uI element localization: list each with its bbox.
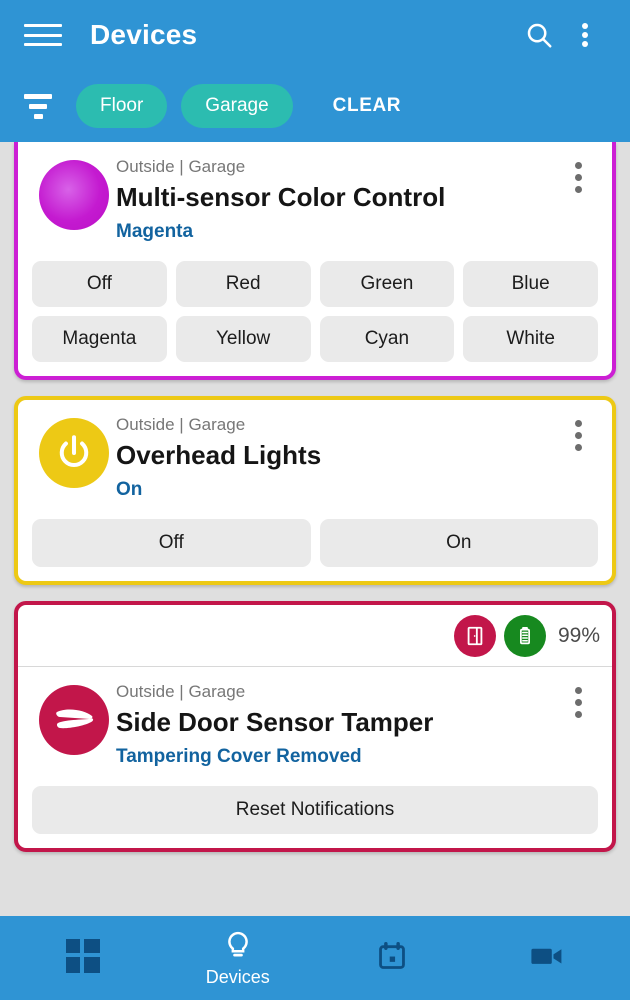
hamburger-icon[interactable] — [24, 21, 62, 49]
sensor-badge-bar: 99% — [18, 605, 612, 667]
nav-label-devices: Devices — [205, 967, 270, 987]
card-body: Outside | Garage Side Door Sensor Tamper… — [18, 667, 612, 848]
nav-item-dashboard[interactable] — [6, 916, 161, 1000]
app-bar: Devices Floor Garage CLEAR — [0, 0, 630, 142]
kebab-dot — [574, 186, 582, 193]
color-button-magenta[interactable]: Magenta — [32, 316, 167, 362]
power-button-on[interactable]: On — [319, 519, 598, 567]
device-text-block: Outside | Garage Side Door Sensor Tamper… — [116, 679, 558, 770]
nav-item-calendar[interactable] — [315, 916, 470, 1000]
power-button-off[interactable]: Off — [32, 519, 311, 567]
dashboard-grid-icon — [66, 939, 101, 973]
battery-level-label: 99% — [557, 624, 600, 647]
device-room: Outside | Garage — [116, 682, 246, 701]
device-text-block: Outside | Garage Overhead Lights On — [116, 412, 558, 503]
device-list[interactable]: Outside | Garage Multi-sensor Color Cont… — [0, 142, 630, 916]
device-icon-wrap — [32, 154, 116, 230]
color-button-white[interactable]: White — [463, 316, 598, 362]
open-door-icon — [453, 615, 496, 657]
grid-cell — [66, 957, 81, 973]
grid-glyph — [66, 939, 101, 973]
kebab-dots — [574, 687, 582, 718]
device-card-color-control[interactable]: Outside | Garage Multi-sensor Color Cont… — [14, 142, 616, 380]
lightbulb-icon — [223, 929, 253, 963]
page-title: Devices — [90, 19, 198, 50]
kebab-dot — [574, 711, 582, 718]
device-room: Outside | Garage — [116, 415, 246, 434]
hamburger-bar — [24, 33, 62, 37]
app-bar-top-row: Devices — [0, 0, 630, 70]
color-bulb-icon[interactable] — [39, 160, 109, 230]
device-status: On — [116, 479, 143, 500]
kebab-dots — [582, 23, 588, 47]
bottom-navigation: Devices — [0, 916, 630, 1000]
device-status: Magenta — [116, 221, 194, 242]
device-icon-wrap — [32, 679, 116, 755]
card-body: Outside | Garage Overhead Lights On Off — [18, 400, 612, 581]
card-more-vertical-icon[interactable] — [558, 679, 598, 718]
color-button-yellow[interactable]: Yellow — [175, 316, 311, 362]
funnel-bar — [24, 93, 52, 99]
kebab-dots — [574, 162, 582, 193]
device-header-row: Outside | Garage Overhead Lights On — [32, 412, 598, 503]
kebab-dots — [574, 420, 582, 451]
nav-item-camera[interactable] — [470, 916, 625, 1000]
kebab-dot — [574, 420, 582, 427]
color-button-off[interactable]: Off — [32, 261, 167, 307]
reset-notifications-button[interactable]: Reset Notifications — [32, 786, 598, 834]
device-title: Side Door Sensor Tamper — [116, 707, 434, 737]
kebab-dot — [574, 432, 582, 439]
sensor-button-grid: Reset Notifications — [32, 786, 598, 834]
clear-filters-button[interactable]: CLEAR — [317, 85, 417, 127]
grid-cell — [84, 939, 101, 953]
device-icon-wrap — [32, 412, 116, 488]
kebab-dot — [582, 32, 588, 38]
grid-cell — [66, 939, 81, 953]
app-root: Devices Floor Garage CLEAR Outside | Gar… — [0, 0, 630, 1000]
grid-cell — [84, 957, 101, 973]
hamburger-bar — [24, 43, 62, 46]
kebab-dot — [574, 699, 582, 706]
video-camera-icon — [529, 939, 565, 973]
device-title: Multi-sensor Color Control — [116, 182, 446, 212]
color-button-grid: Off Red Green Blue Magenta Yellow Cyan W… — [32, 261, 598, 362]
device-card-overhead-lights[interactable]: Outside | Garage Overhead Lights On Off — [14, 396, 616, 585]
color-button-green[interactable]: Green — [319, 261, 455, 307]
device-header-row: Outside | Garage Side Door Sensor Tamper… — [32, 679, 598, 770]
device-status: Tampering Cover Removed — [116, 746, 362, 767]
nav-item-devices[interactable]: Devices — [161, 916, 316, 1000]
card-more-vertical-icon[interactable] — [558, 412, 598, 451]
device-header-row: Outside | Garage Multi-sensor Color Cont… — [32, 154, 598, 245]
device-text-block: Outside | Garage Multi-sensor Color Cont… — [116, 154, 558, 245]
battery-full-icon — [503, 615, 546, 657]
hamburger-bar — [24, 24, 62, 27]
kebab-dot — [574, 444, 582, 451]
color-button-red[interactable]: Red — [175, 261, 311, 307]
filter-bar: Floor Garage CLEAR — [0, 70, 630, 142]
kebab-dot — [574, 174, 582, 181]
power-icon[interactable] — [39, 418, 109, 488]
device-title: Overhead Lights — [116, 440, 322, 470]
search-icon[interactable] — [516, 12, 562, 58]
funnel-bar — [29, 103, 47, 109]
power-button-grid: Off On — [32, 519, 598, 567]
funnel-bar — [33, 113, 43, 119]
device-card-side-door-sensor[interactable]: 99% Outside | Garage Side Door Sensor Ta… — [14, 601, 616, 852]
card-more-vertical-icon[interactable] — [558, 154, 598, 193]
color-button-blue[interactable]: Blue — [463, 261, 598, 307]
card-body: Outside | Garage Multi-sensor Color Cont… — [18, 142, 612, 376]
filter-chip-garage[interactable]: Garage — [181, 84, 293, 128]
tamper-clamp-icon[interactable] — [39, 685, 109, 755]
kebab-dot — [582, 41, 588, 47]
device-room: Outside | Garage — [116, 157, 246, 176]
kebab-dot — [574, 162, 582, 169]
color-button-cyan[interactable]: Cyan — [319, 316, 455, 362]
filter-chip-floor[interactable]: Floor — [76, 84, 168, 128]
kebab-dot — [574, 687, 582, 694]
filter-funnel-icon[interactable] — [18, 89, 58, 123]
kebab-dot — [582, 23, 588, 29]
more-vertical-icon[interactable] — [562, 12, 608, 58]
calendar-icon — [376, 939, 408, 973]
